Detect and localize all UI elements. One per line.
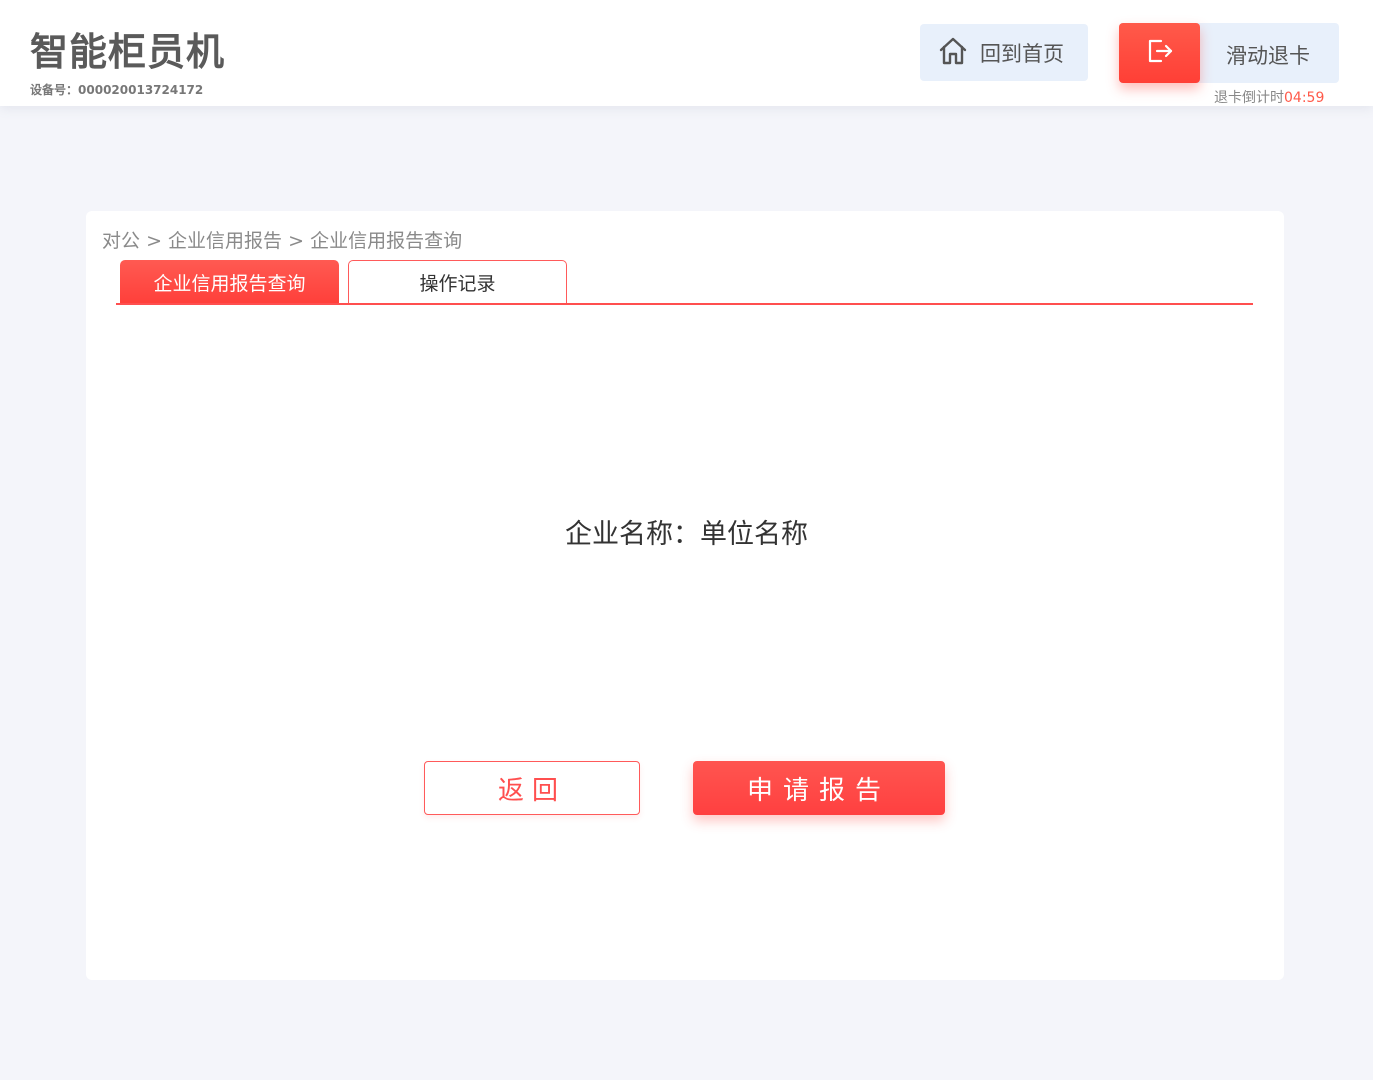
tab-operation-records[interactable]: 操作记录 bbox=[348, 260, 567, 304]
device-number: 设备号：000020013724172 bbox=[30, 81, 203, 98]
tab-credit-report-query[interactable]: 企业信用报告查询 bbox=[120, 260, 339, 304]
home-button[interactable]: 回到首页 bbox=[920, 24, 1088, 81]
breadcrumb-separator: > bbox=[288, 230, 305, 252]
exit-slider-knob[interactable] bbox=[1119, 23, 1200, 83]
device-label: 设备号： bbox=[30, 83, 79, 97]
breadcrumb: 对公 > 企业信用报告 > 企业信用报告查询 bbox=[102, 226, 462, 253]
device-number-value: 000020013724172 bbox=[78, 83, 204, 97]
home-icon bbox=[938, 36, 968, 70]
content-card bbox=[86, 211, 1284, 980]
company-name-row: 企业名称：单位名称 bbox=[0, 512, 1373, 551]
apply-report-button[interactable]: 申请报告 bbox=[693, 761, 945, 815]
breadcrumb-item-current: 企业信用报告查询 bbox=[310, 230, 463, 252]
tab-underline bbox=[116, 303, 1253, 305]
header-bar: 智能柜员机 设备号：000020013724172 回到首页 滑动退卡 退卡倒计… bbox=[0, 0, 1373, 106]
company-name-label: 企业名称： bbox=[565, 519, 700, 550]
breadcrumb-item[interactable]: 企业信用报告 bbox=[168, 230, 282, 252]
exit-card-slider[interactable]: 滑动退卡 bbox=[1119, 23, 1339, 83]
company-name-value: 单位名称 bbox=[700, 519, 808, 550]
exit-icon bbox=[1145, 36, 1175, 70]
breadcrumb-item[interactable]: 对公 bbox=[102, 230, 140, 252]
app-title: 智能柜员机 bbox=[30, 30, 226, 74]
countdown-label: 退卡倒计时 bbox=[1214, 90, 1284, 106]
countdown-time: 04:59 bbox=[1284, 90, 1325, 106]
countdown-text: 退卡倒计时04:59 bbox=[1214, 87, 1324, 107]
breadcrumb-separator: > bbox=[146, 230, 162, 252]
home-button-label: 回到首页 bbox=[980, 41, 1064, 66]
exit-slider-label: 滑动退卡 bbox=[1226, 44, 1310, 68]
back-button[interactable]: 返回 bbox=[424, 761, 640, 815]
